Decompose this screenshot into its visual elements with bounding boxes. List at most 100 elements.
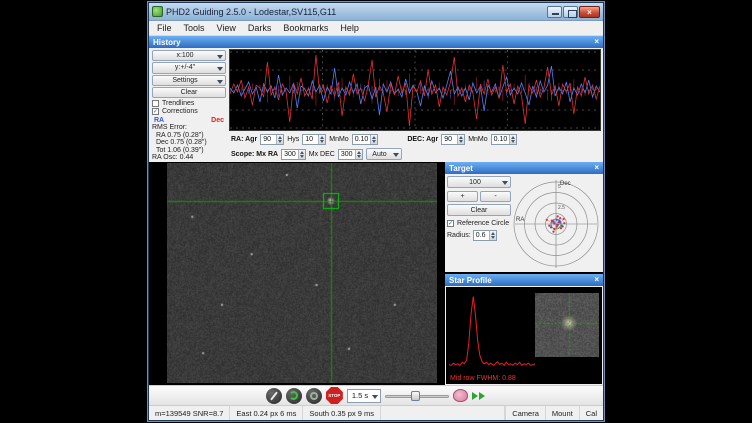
hysteresis-label: Hys <box>287 136 299 143</box>
app-icon <box>152 6 163 17</box>
svg-text:Dec: Dec <box>560 181 571 187</box>
spinner-arrows-icon[interactable] <box>276 135 283 144</box>
titlebar[interactable]: PHD2 Guiding 2.5.0 - Lodestar,SV115,G11 … <box>149 3 603 21</box>
history-close-icon[interactable]: × <box>594 37 599 47</box>
target-close-icon[interactable]: × <box>594 163 599 173</box>
reference-circle-label: Reference Circle <box>457 220 509 227</box>
graph-clear-button[interactable]: Clear <box>152 87 226 98</box>
window-title: PHD2 Guiding 2.5.0 - Lodestar,SV115,G11 <box>166 7 544 17</box>
hysteresis-spinner[interactable]: 10 <box>302 134 326 145</box>
stop-icon[interactable]: STOP <box>326 387 343 404</box>
spinner-arrows-icon[interactable] <box>298 150 305 159</box>
maximize-button[interactable] <box>563 6 578 18</box>
menu-file[interactable]: File <box>151 21 178 35</box>
guide-camera-image[interactable] <box>167 163 437 383</box>
dec-minmove-label: MnMo <box>468 136 487 143</box>
trace-legend: RA Dec <box>152 116 226 124</box>
max-dec-duration-label: Mx DEC <box>309 151 335 158</box>
loop-exposures-icon[interactable] <box>286 388 302 404</box>
exposure-select[interactable]: 1.5 s <box>347 389 381 403</box>
rms-error-block: RMS Error: RA 0.75 (0.28") Dec 0.75 (0.2… <box>152 124 226 162</box>
dec-legend-label: Dec <box>211 117 224 124</box>
double-arrow-icon[interactable] <box>472 392 486 400</box>
close-button[interactable]: × <box>579 6 600 18</box>
connect-equipment-icon[interactable] <box>266 388 282 404</box>
trendlines-label: Trendlines <box>162 100 194 107</box>
trendlines-checkbox[interactable] <box>152 100 159 107</box>
menu-tools[interactable]: Tools <box>178 21 211 35</box>
guide-camera-display <box>149 162 445 385</box>
corrections-row: ✓ Corrections <box>152 108 226 116</box>
target-zoom-out-button[interactable]: - <box>480 191 511 202</box>
star-stats-readout: m=139549 SNR=8.7 <box>149 406 230 420</box>
spinner-arrows-icon[interactable] <box>489 231 496 240</box>
target-panel-header[interactable]: Target × <box>445 162 603 174</box>
east-correction-readout: East 0.24 px 6 ms <box>230 406 303 420</box>
south-correction-readout: South 0.35 px 9 ms <box>303 406 381 420</box>
spinner-arrows-icon[interactable] <box>318 135 325 144</box>
corrections-checkbox[interactable]: ✓ <box>152 108 159 115</box>
main-toolbar: STOP 1.5 s <box>149 385 603 405</box>
reference-circle-checkbox[interactable]: ✓ <box>447 220 454 227</box>
dec-minmove-spinner[interactable]: 0.10 <box>491 134 518 145</box>
target-panel-title: Target <box>449 164 473 173</box>
menu-help[interactable]: Help <box>334 21 365 35</box>
menu-view[interactable]: View <box>211 21 242 35</box>
target-zoom-in-button[interactable]: + <box>447 191 478 202</box>
svg-text:RA: RA <box>516 217 524 223</box>
rms-heading: RMS Error: <box>152 124 226 132</box>
ra-group-label: RA: Agr <box>231 136 257 143</box>
guide-algo-params-row: RA: Agr 90 Hys 10 MnMo 0.10 DEC: Agr 90 … <box>229 132 603 147</box>
spinner-arrows-icon[interactable] <box>370 135 377 144</box>
brain-settings-icon[interactable] <box>453 389 468 402</box>
star-profile-display: Mid row FWHM: 0.88 <box>446 287 602 384</box>
history-panel-title: History <box>153 38 181 47</box>
dec-aggression-spinner[interactable]: 90 <box>441 134 465 145</box>
target-clear-button[interactable]: Clear <box>447 204 511 216</box>
ra-aggression-spinner[interactable]: 90 <box>260 134 284 145</box>
dec-guide-mode-select[interactable]: Auto <box>366 148 402 160</box>
slider-handle[interactable] <box>411 391 420 401</box>
spinner-arrows-icon[interactable] <box>509 135 516 144</box>
star-profile-panel-header[interactable]: Star Profile × <box>445 274 603 286</box>
graph-settings-button[interactable]: Settings <box>152 75 226 86</box>
star-profile-close-icon[interactable]: × <box>594 275 599 285</box>
history-graph-plot <box>230 50 600 130</box>
phd2-window: PHD2 Guiding 2.5.0 - Lodestar,SV115,G11 … <box>148 2 604 421</box>
radius-spinner[interactable]: 0.6 <box>473 230 497 241</box>
rms-tot-value: Tot 1.06 (0.39") <box>152 147 226 155</box>
guide-icon[interactable] <box>306 388 322 404</box>
reference-circle-row: ✓ Reference Circle <box>447 219 511 228</box>
radius-row: Radius: 0.6 <box>447 230 511 241</box>
minimize-button[interactable] <box>547 6 562 18</box>
dec-group-label: DEC: Agr <box>407 136 438 143</box>
scope-group-label: Scope: Mx RA <box>231 151 278 158</box>
history-graph <box>229 49 601 131</box>
target-bullseye-plot: 2.55DecRA <box>513 176 599 271</box>
menu-bookmarks[interactable]: Bookmarks <box>277 21 334 35</box>
ra-minmove-spinner[interactable]: 0.10 <box>352 134 379 145</box>
star-profile-plot <box>449 289 535 373</box>
ra-legend-label: RA <box>154 117 164 124</box>
target-panel: Target × 100 + - Clear ✓ Reference Circl… <box>445 162 603 272</box>
window-controls: × <box>547 6 600 18</box>
radius-label: Radius: <box>447 232 471 239</box>
target-bullseye: 2.55DecRA <box>513 176 601 270</box>
graph-length-select[interactable]: x:100 <box>152 50 226 61</box>
ra-osc-value: RA Osc: 0.44 <box>152 154 226 162</box>
status-bar: m=139549 SNR=8.7 East 0.24 px 6 ms South… <box>149 405 603 420</box>
trendlines-row: Trendlines <box>152 99 226 107</box>
target-zoom-select[interactable]: 100 <box>447 176 511 188</box>
max-ra-duration-spinner[interactable]: 300 <box>281 149 306 160</box>
graph-height-select[interactable]: y:+/-4" <box>152 62 226 73</box>
history-panel-header[interactable]: History × <box>149 36 603 48</box>
history-controls: x:100 y:+/-4" Settings Clear Trendlines … <box>149 48 229 162</box>
spinner-arrows-icon[interactable] <box>457 135 464 144</box>
star-zoom-image <box>535 293 599 357</box>
max-dec-duration-spinner[interactable]: 300 <box>338 149 363 160</box>
spinner-arrows-icon[interactable] <box>355 150 362 159</box>
corrections-label: Corrections <box>162 108 198 115</box>
stretch-slider[interactable] <box>385 389 449 403</box>
menu-darks[interactable]: Darks <box>242 21 278 35</box>
camera-status: Camera <box>505 406 545 420</box>
